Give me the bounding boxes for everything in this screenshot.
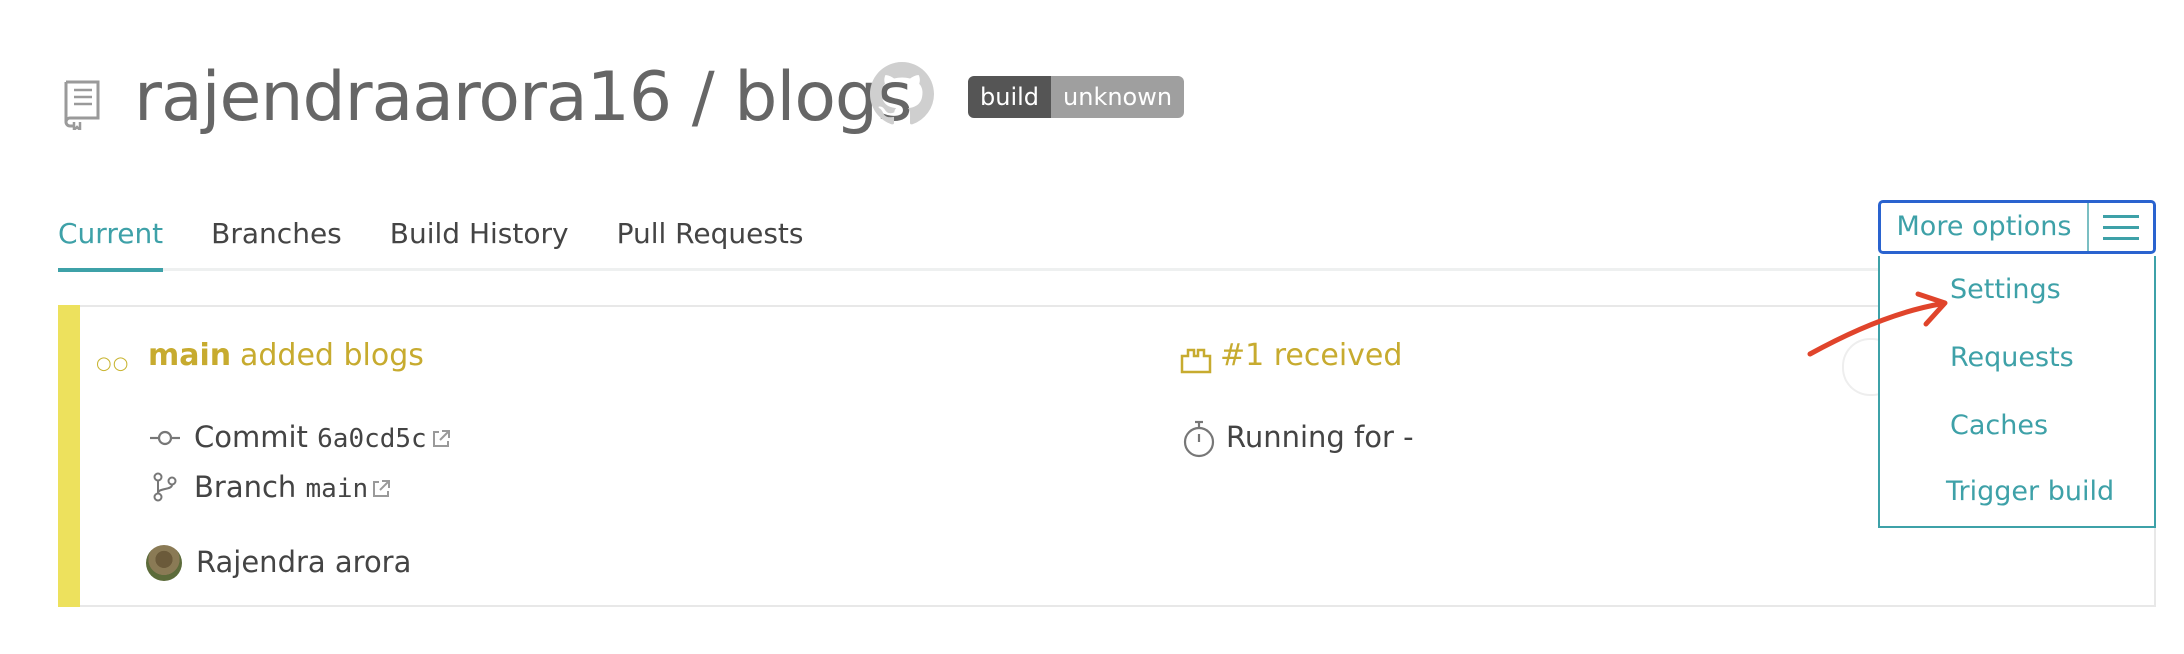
commit-author[interactable]: Rajendra arora [196, 545, 411, 579]
menu-item-settings[interactable]: Settings [1950, 274, 2061, 305]
external-link-icon[interactable] [370, 478, 392, 500]
menu-item-trigger-build[interactable]: Trigger build [1946, 476, 2114, 507]
build-commit-message[interactable]: added blogs [240, 338, 424, 373]
build-number-status[interactable]: #1 received [1220, 338, 1402, 373]
build-duration: Running for - [1226, 420, 1414, 454]
tab-current[interactable]: Current [58, 212, 164, 272]
build-received-icon [1180, 348, 1212, 374]
tab-build-history[interactable]: Build History [390, 212, 569, 268]
tab-bar: Current Branches Build History Pull Requ… [58, 212, 852, 272]
repository-icon [64, 80, 100, 130]
branch-value[interactable]: main [306, 474, 369, 504]
annotation-arrow-icon [1807, 291, 1948, 357]
commit-row[interactable]: Commit 6a0cd5c [194, 420, 427, 454]
menu-item-requests[interactable]: Requests [1950, 342, 2074, 373]
build-status-badge[interactable]: build unknown [968, 76, 1185, 118]
branch-icon [153, 472, 177, 502]
more-options-label[interactable]: More options [1881, 203, 2087, 251]
stopwatch-icon [1183, 420, 1215, 458]
badge-label: build [968, 76, 1052, 118]
branch-row[interactable]: Branch main [194, 470, 368, 504]
more-options-button[interactable]: More options [1878, 200, 2156, 254]
branch-label: Branch [194, 470, 297, 504]
commit-hash[interactable]: 6a0cd5c [317, 424, 427, 454]
menu-item-caches[interactable]: Caches [1950, 410, 2048, 441]
hamburger-menu-icon[interactable] [2087, 203, 2153, 251]
commit-icon [150, 430, 180, 446]
commit-label: Commit [194, 420, 308, 454]
build-status-stripe [58, 305, 80, 607]
build-branch-name[interactable]: main [148, 338, 231, 373]
external-link-icon[interactable] [430, 428, 452, 450]
github-icon[interactable] [870, 62, 934, 126]
page-title[interactable]: rajendraarora16 / blogs [134, 56, 913, 140]
tab-branches[interactable]: Branches [211, 212, 342, 268]
pending-status-icon: ○○ [96, 353, 130, 374]
avatar[interactable] [146, 545, 182, 581]
tab-pull-requests[interactable]: Pull Requests [617, 212, 804, 268]
badge-value: unknown [1051, 76, 1185, 118]
